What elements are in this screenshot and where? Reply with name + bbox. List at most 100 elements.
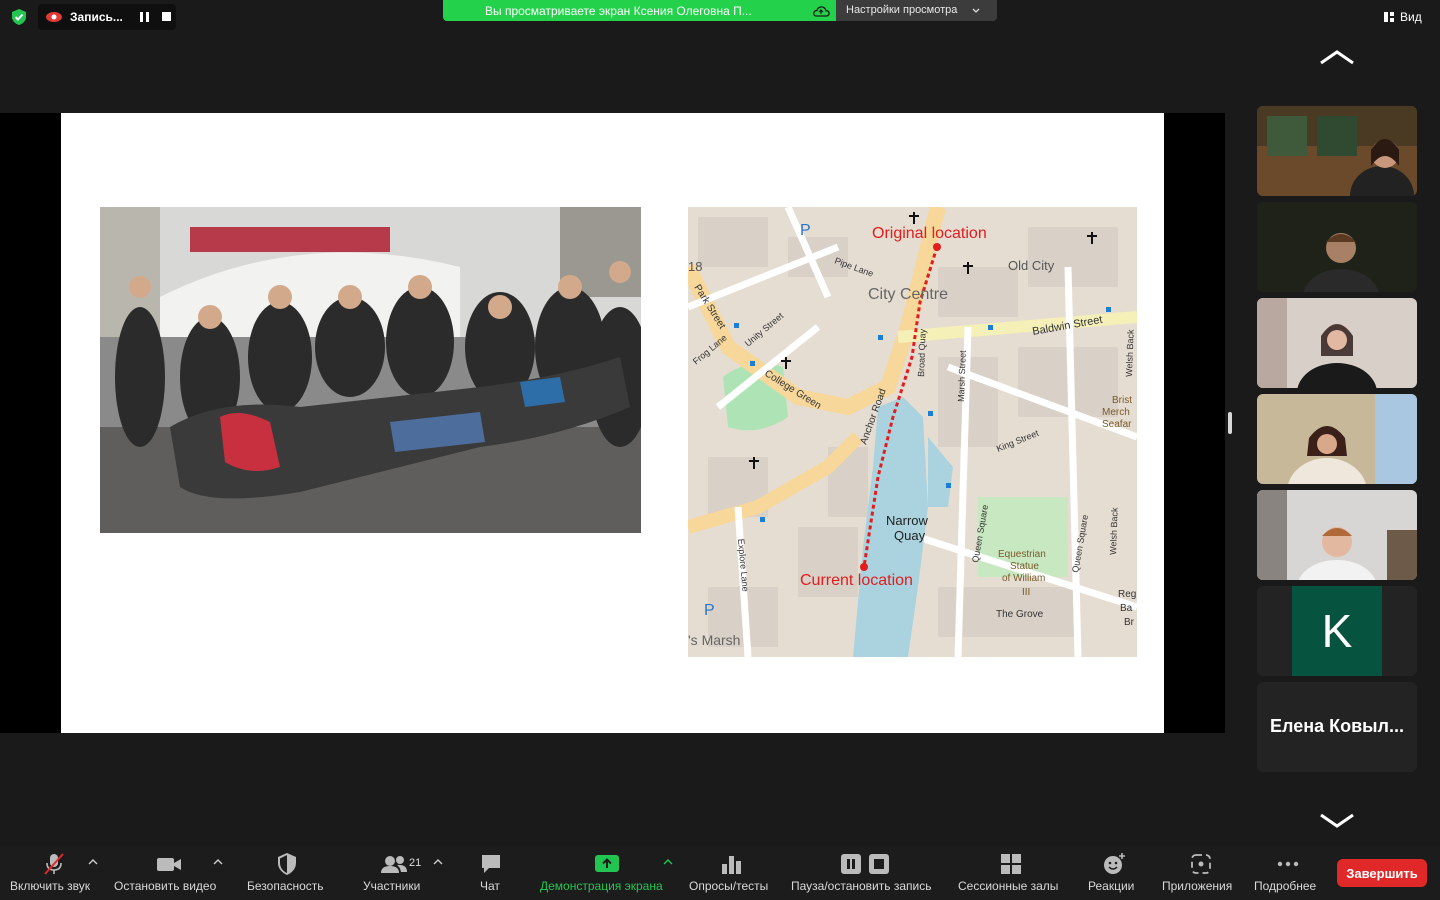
recording-icon: [46, 12, 62, 22]
avatar: K: [1292, 586, 1382, 676]
participants-button[interactable]: 21 Участники: [360, 846, 430, 900]
participant-video-tile[interactable]: [1257, 298, 1417, 388]
microphone-muted-icon: [44, 853, 64, 875]
stop-video-button[interactable]: Остановить видео: [112, 846, 224, 900]
svg-text:City Centre: City Centre: [868, 286, 948, 303]
reactions-label: Реакции: [1088, 879, 1135, 893]
share-screen-button[interactable]: Демонстрация экрана: [538, 846, 674, 900]
svg-text:Br: Br: [1124, 617, 1135, 628]
apps-label: Приложения: [1162, 879, 1233, 893]
participant-initial-tile[interactable]: K: [1257, 586, 1417, 676]
participants-icon: [381, 856, 407, 873]
participant-video: [1257, 490, 1417, 580]
reactions-button[interactable]: Реакции: [1086, 846, 1140, 900]
video-camera-icon: [157, 858, 181, 871]
security-label: Безопасность: [247, 879, 324, 893]
svg-text:Marsh Street: Marsh Street: [956, 350, 968, 402]
pause-recording-label: Пауза/остановить запись: [791, 879, 932, 893]
chevron-down-icon: [972, 8, 980, 13]
unmute-button[interactable]: Включить звук: [8, 846, 100, 900]
svg-text:Welsh Back: Welsh Back: [1108, 507, 1120, 555]
recording-indicator[interactable]: Запись...: [38, 4, 176, 30]
participants-options-chevron-icon[interactable]: [433, 858, 443, 866]
share-options-chevron-icon[interactable]: [663, 858, 673, 866]
view-label: Вид: [1400, 10, 1422, 24]
svg-text:Broad Quay: Broad Quay: [916, 328, 928, 377]
stop-recording-icon[interactable]: [162, 12, 171, 21]
more-button[interactable]: Подробнее: [1252, 846, 1324, 900]
participant-video: [1257, 202, 1417, 292]
security-button[interactable]: Безопасность: [244, 846, 334, 900]
end-meeting-button[interactable]: Завершить: [1337, 859, 1427, 887]
participants-label: Участники: [363, 879, 421, 893]
participant-name-tile[interactable]: Елена Ковыл...: [1257, 682, 1417, 772]
audio-options-chevron-icon[interactable]: [88, 858, 98, 866]
view-button[interactable]: Вид: [1380, 8, 1436, 28]
share-screen-label: Демонстрация экрана: [540, 879, 663, 893]
apps-icon: [1191, 854, 1211, 874]
svg-text:Narrow: Narrow: [886, 513, 929, 528]
participant-video-tile[interactable]: [1257, 490, 1417, 580]
top-bar: Запись... Вы просматриваете экран Ксения…: [0, 0, 1440, 34]
svg-text:Quay: Quay: [894, 528, 926, 543]
apps-button[interactable]: Приложения: [1160, 846, 1240, 900]
svg-text:The Grove: The Grove: [996, 609, 1044, 620]
svg-text:Statue: Statue: [1010, 561, 1039, 572]
svg-text:Seafar: Seafar: [1102, 419, 1132, 430]
meeting-toolbar: Включить звук Остановить видео Безопасно…: [0, 846, 1440, 900]
bar-chart-icon: [722, 856, 741, 874]
breakout-rooms-button[interactable]: Сессионные залы: [956, 846, 1066, 900]
shield-icon: [278, 853, 296, 875]
cloud-icon: [813, 6, 830, 17]
video-options-chevron-icon[interactable]: [213, 858, 223, 866]
svg-text:Brist: Brist: [1112, 395, 1132, 406]
protest-statue-photo: [100, 207, 641, 533]
participant-video: [1257, 394, 1417, 484]
end-meeting-label: Завершить: [1346, 866, 1418, 881]
viewing-share-banner: Вы просматриваете экран Ксения Олеговна …: [443, 0, 836, 21]
recording-label: Запись...: [70, 10, 123, 24]
breakout-rooms-label: Сессионные залы: [958, 879, 1059, 893]
svg-text:Reg: Reg: [1118, 589, 1136, 600]
chat-label: Чат: [480, 879, 500, 893]
map-label-original: Original location: [872, 225, 987, 242]
participant-video: [1257, 106, 1417, 196]
polls-button[interactable]: Опросы/тесты: [688, 846, 774, 900]
svg-text:18: 18: [688, 259, 702, 274]
pause-recording-button[interactable]: Пауза/остановить запись: [790, 846, 942, 900]
presentation-slide: P P Original location Current location O…: [61, 113, 1164, 733]
participants-count: 21: [409, 857, 422, 869]
breakout-rooms-icon: [1001, 854, 1021, 874]
svg-text:Welsh Back: Welsh Back: [1124, 329, 1136, 377]
bristol-map: P P Original location Current location O…: [688, 207, 1137, 657]
participant-video-tile[interactable]: [1257, 106, 1417, 196]
scroll-up-chevron-icon[interactable]: [1317, 48, 1357, 68]
security-shield-icon[interactable]: [10, 8, 28, 26]
pause-recording-icon[interactable]: [140, 12, 150, 22]
chat-bubble-icon: [482, 855, 500, 873]
participant-video: [1257, 298, 1417, 388]
panel-resize-handle[interactable]: [1228, 412, 1232, 434]
svg-text:III: III: [1022, 587, 1030, 598]
chat-button[interactable]: Чат: [474, 846, 508, 900]
unmute-label: Включить звук: [10, 879, 91, 893]
smiley-icon: [1104, 853, 1125, 874]
more-dots-icon: [1277, 861, 1299, 867]
share-screen-icon: [595, 855, 619, 872]
svg-text:Equestrian: Equestrian: [998, 549, 1046, 560]
svg-text:Ba: Ba: [1120, 603, 1133, 614]
pause-stop-recording-icon: [841, 854, 889, 874]
view-settings-dropdown[interactable]: Настройки просмотра: [836, 0, 997, 21]
view-layout-icon: [1384, 12, 1394, 22]
svg-text:Old City: Old City: [1008, 258, 1055, 273]
avatar-initial: K: [1321, 605, 1353, 657]
scroll-down-chevron-icon[interactable]: [1317, 810, 1357, 830]
more-label: Подробнее: [1254, 879, 1317, 893]
svg-text:Merch: Merch: [1102, 407, 1130, 418]
svg-text:of William: of William: [1002, 573, 1045, 584]
stop-video-label: Остановить видео: [114, 879, 217, 893]
participant-name: Елена Ковыл...: [1270, 716, 1404, 736]
participant-video-tile[interactable]: [1257, 202, 1417, 292]
participant-video-tile[interactable]: [1257, 394, 1417, 484]
shared-screen: P P Original location Current location O…: [0, 113, 1225, 733]
